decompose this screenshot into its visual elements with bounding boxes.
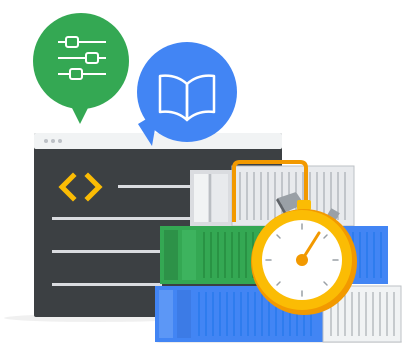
cloud-build-illustration xyxy=(4,13,402,343)
code-window-titlebar xyxy=(34,133,282,149)
stopwatch-crown xyxy=(297,200,311,210)
container-gray xyxy=(190,170,232,226)
code-line xyxy=(52,283,162,286)
stopwatch-hub xyxy=(296,254,308,266)
speech-bubble-blue xyxy=(137,42,237,146)
window-dot xyxy=(44,139,48,143)
window-dot xyxy=(58,139,62,143)
window-dot xyxy=(51,139,55,143)
speech-bubble-green xyxy=(33,13,129,124)
